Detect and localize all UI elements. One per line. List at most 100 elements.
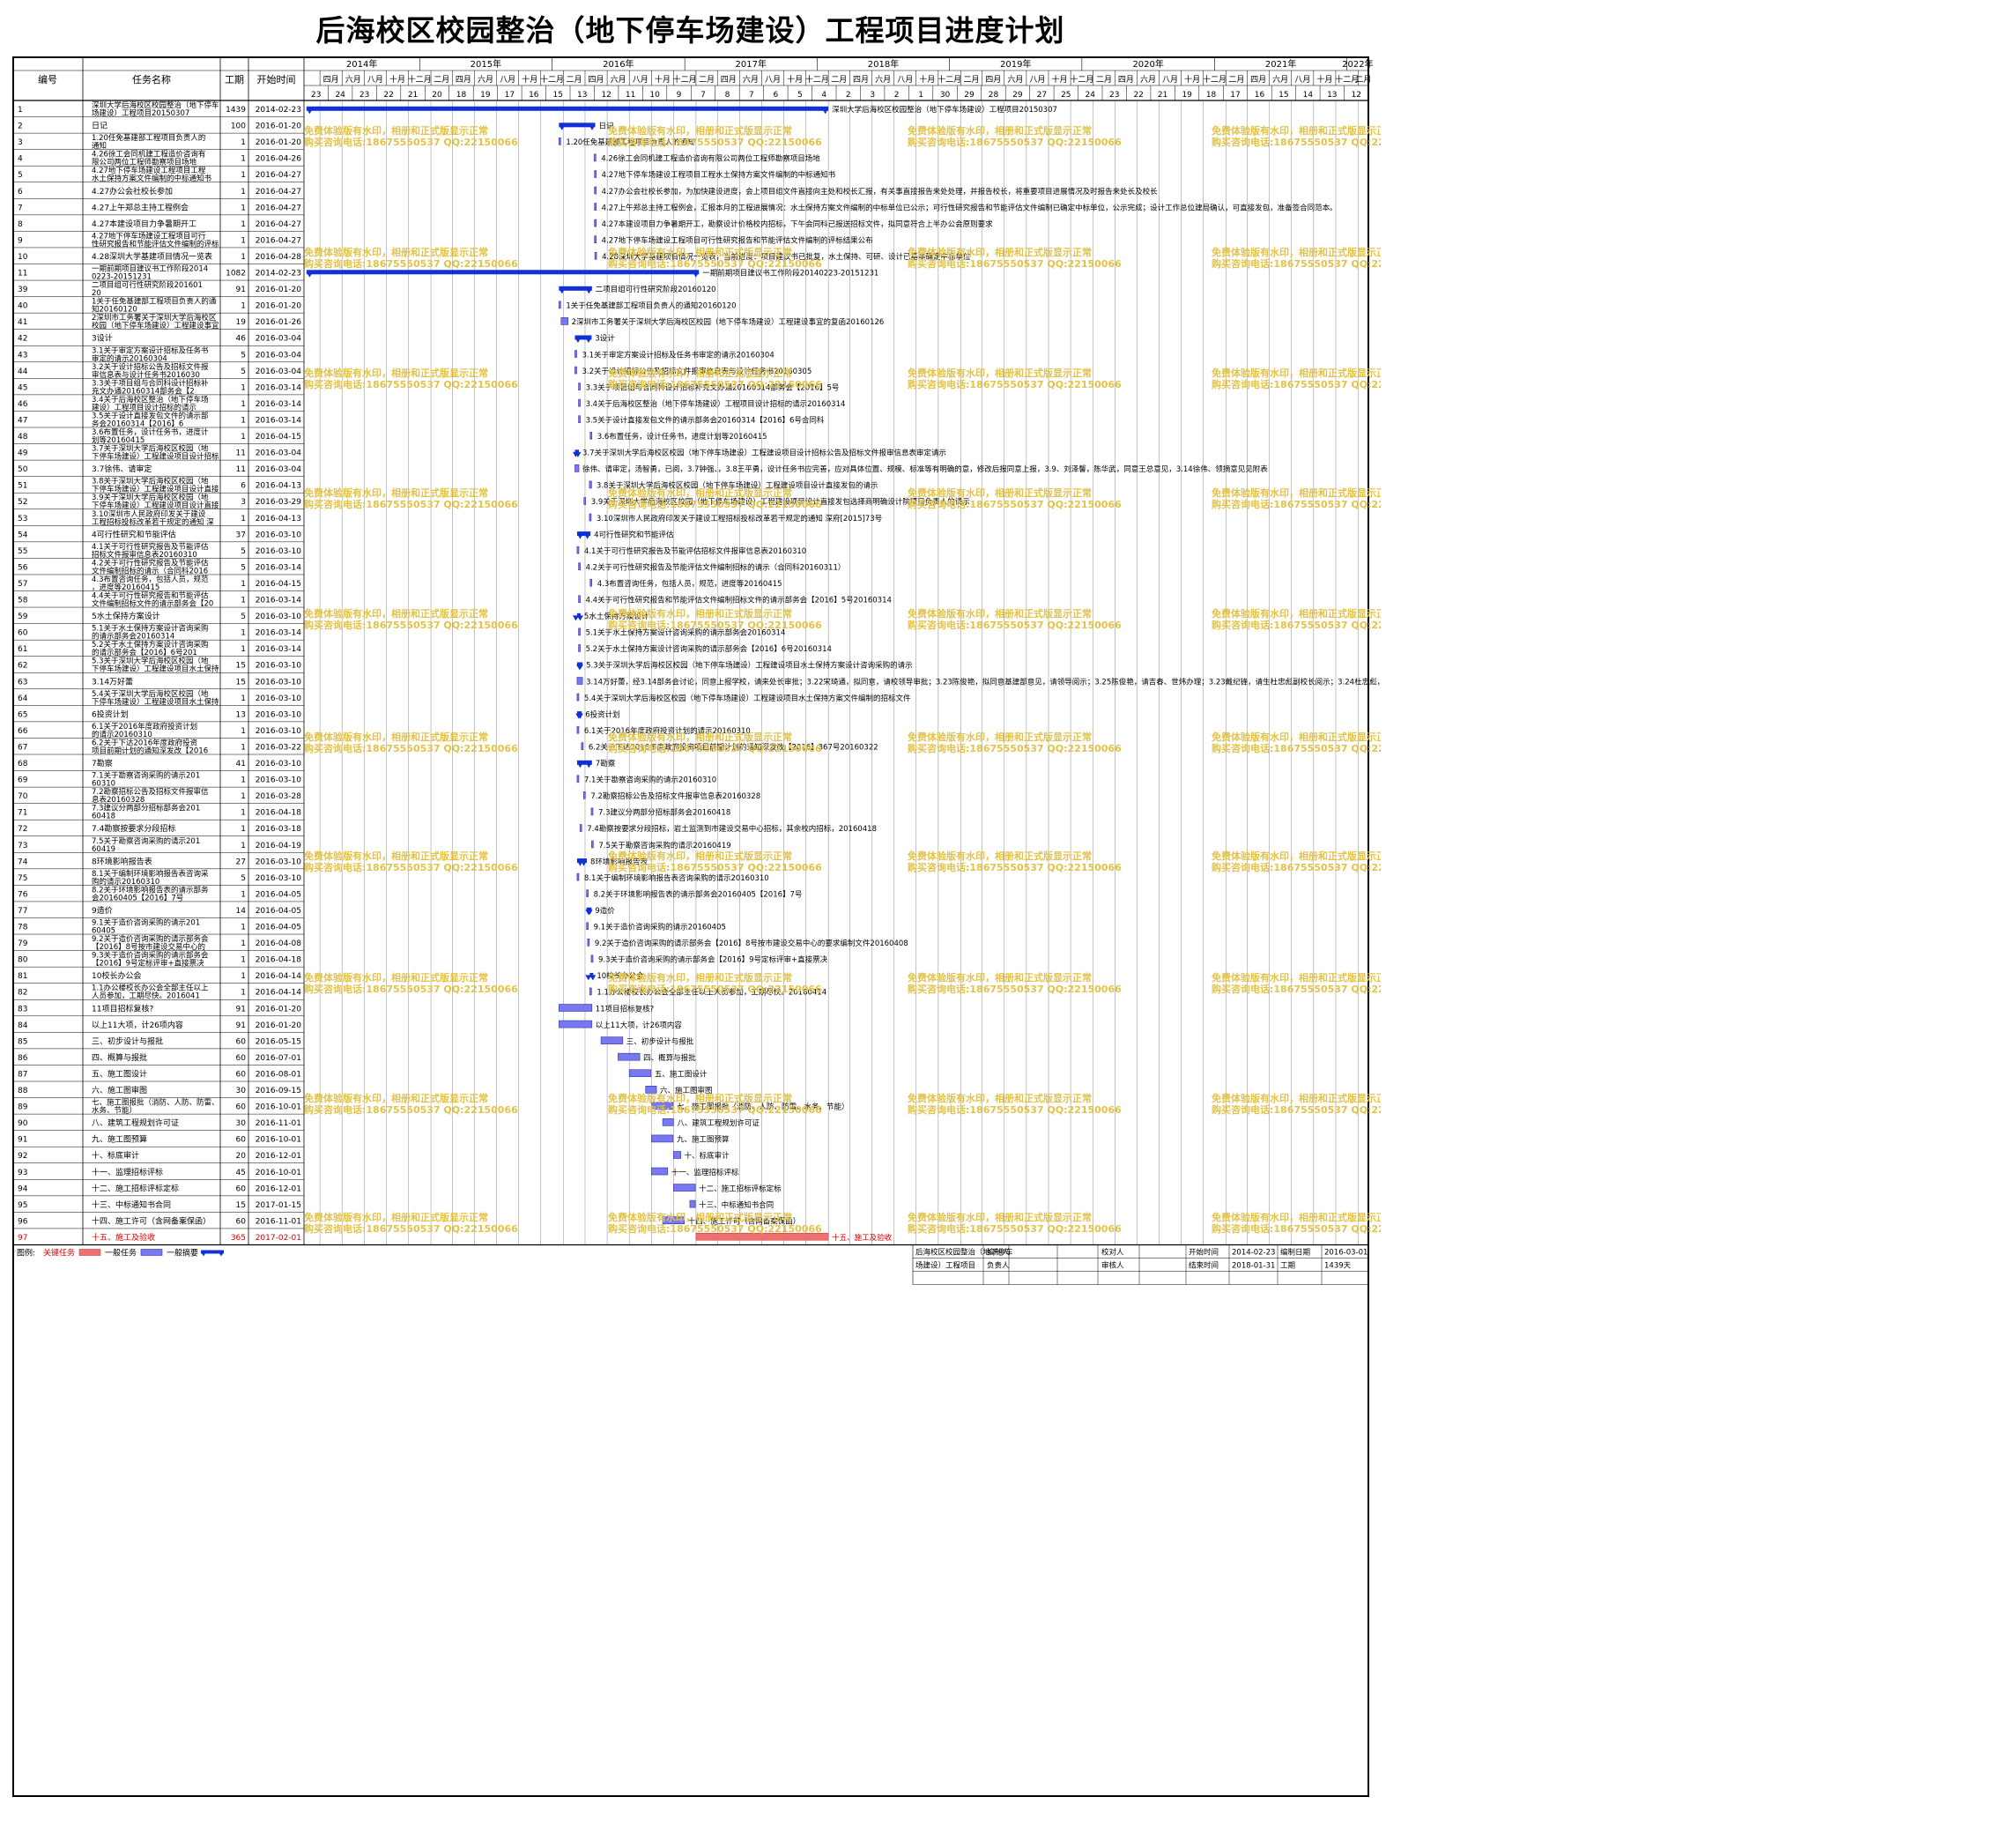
gantt-task-bar[interactable] (581, 742, 584, 751)
row-task-name: 4.27本建设项目力争暑期开工 (92, 219, 196, 229)
watermark-text: 免费体验版有水印，相册和正式版显示正常 (608, 1092, 792, 1104)
gantt-task-bar[interactable] (559, 301, 561, 309)
row-start: 2016-03-14 (256, 563, 302, 572)
gantt-task-bar[interactable] (560, 317, 568, 325)
row-task-name: 务会20160314【2016】6 (92, 419, 183, 428)
gantt-task-bar[interactable] (583, 791, 586, 799)
gantt-task-bar[interactable] (559, 137, 561, 145)
gantt-task-bar[interactable] (594, 251, 597, 260)
row-id: 77 (18, 907, 27, 916)
gantt-task-bar[interactable] (594, 186, 597, 195)
gantt-task-bar[interactable] (689, 1199, 696, 1208)
gantt-task-bar[interactable] (578, 595, 581, 604)
gantt-task-bar[interactable] (618, 1052, 641, 1061)
row-duration: 5 (241, 563, 246, 572)
gantt-task-bar[interactable] (574, 366, 577, 375)
row-duration: 60 (236, 1217, 247, 1226)
row-start: 2016-03-29 (256, 498, 302, 507)
week-label: 21 (1158, 91, 1167, 100)
gantt-bar-label: 徐伟、请审定，汤智勇，已阅，3.7钟强、，3.8王平勇，设计任务书应完善，应对具… (582, 464, 1268, 474)
gantt-task-bar[interactable] (574, 464, 580, 472)
week-label: 16 (529, 91, 539, 100)
row-duration: 91 (236, 286, 246, 294)
info-reviewer-label: 审核人 (1101, 1261, 1124, 1271)
gantt-task-bar[interactable] (590, 807, 594, 816)
gantt-task-bar[interactable] (600, 1036, 624, 1044)
week-label: 8 (725, 91, 730, 100)
gantt-bar-label: 5.2关于水土保持方案设计咨询采购的请示部务会【2016】6号20160314 (586, 644, 832, 654)
row-start: 2016-04-19 (256, 842, 302, 850)
gantt-task-bar[interactable] (578, 644, 581, 652)
gantt-task-bar[interactable] (589, 578, 593, 587)
row-start: 2016-04-27 (256, 236, 301, 245)
row-start: 2016-03-10 (256, 760, 302, 768)
gantt-task-bar[interactable] (578, 562, 581, 570)
gantt-task-bar[interactable] (576, 872, 580, 881)
gantt-task-bar[interactable] (594, 235, 597, 243)
gantt-task-bar[interactable] (650, 1134, 674, 1143)
gantt-bar-label: 4.27地下停车场建设工程项目可行性研究报告和节能评估文件编制的评标结果公布 (602, 235, 873, 245)
row-task-name: 60405 (92, 927, 115, 936)
gantt-task-bar[interactable] (559, 1004, 593, 1012)
row-id: 50 (18, 465, 28, 474)
gantt-task-bar[interactable] (574, 350, 577, 358)
gantt-task-bar[interactable] (589, 513, 592, 522)
week-label: 2 (846, 91, 851, 100)
gantt-task-bar[interactable] (590, 954, 594, 963)
gantt-task-bar[interactable] (578, 627, 581, 636)
gantt-task-bar[interactable] (594, 203, 597, 211)
row-id: 64 (18, 694, 28, 703)
watermark-text: 购买咨询电话:18675550537 QQ:22150066 (1212, 378, 1381, 390)
row-task-name: 6投资计划 (92, 709, 129, 719)
gantt-task-bar[interactable] (576, 775, 580, 783)
gantt-bar-label: 十二、施工招标评标定标 (699, 1184, 782, 1193)
gantt-task-bar[interactable] (579, 824, 582, 832)
gantt-task-bar[interactable] (673, 1151, 681, 1159)
gantt-task-bar[interactable] (583, 497, 587, 505)
row-id: 51 (18, 482, 27, 491)
gantt-task-bar[interactable] (578, 382, 581, 390)
week-label: 10 (649, 91, 660, 100)
row-id: 68 (18, 760, 28, 768)
gantt-task-bar[interactable] (594, 170, 597, 178)
gantt-task-bar[interactable] (673, 1184, 696, 1192)
gantt-task-bar[interactable] (589, 431, 593, 440)
row-start: 2016-03-14 (256, 645, 302, 654)
week-label: 23 (1109, 91, 1119, 100)
row-start: 2016-04-27 (256, 188, 301, 197)
gantt-task-bar[interactable] (591, 840, 594, 849)
row-duration: 1 (241, 138, 246, 147)
row-task-name: 11项目招标复核? (92, 1003, 153, 1014)
gantt-task-bar[interactable] (576, 546, 580, 554)
gantt-task-bar[interactable] (576, 725, 580, 734)
watermark-text: 免费体验版有水印，相册和正式版显示正常 (304, 971, 488, 984)
gantt-task-bar[interactable] (576, 677, 583, 685)
row-task-name: 7勘察 (92, 758, 113, 768)
gantt-task-bar[interactable] (594, 219, 597, 227)
row-id: 65 (18, 710, 27, 719)
gantt-task-bar[interactable] (662, 1118, 674, 1126)
gantt-bar-label: 4.4关于可行性研究报告和节能评估文件编制招标文件的请示部务会【2016】5号2… (586, 596, 892, 605)
row-id: 53 (18, 515, 27, 523)
gantt-bar-label: 4.2关于可行性研究报告及节能评估文件编制招标的请示（合同科20160311） (586, 562, 846, 572)
gantt-task-bar[interactable] (586, 889, 589, 897)
week-label: 12 (601, 91, 611, 100)
watermark-text: 购买咨询电话:18675550537 QQ:22150066 (1212, 1222, 1381, 1235)
gantt-task-bar[interactable] (576, 693, 580, 702)
gantt-task-bar[interactable] (559, 1020, 593, 1028)
row-start: 2016-03-04 (256, 449, 302, 458)
gantt-task-bar[interactable] (589, 480, 592, 489)
gantt-task-bar[interactable] (578, 415, 581, 424)
gantt-task-bar[interactable] (586, 922, 589, 931)
row-task-name: 4.28深圳大学基建项目情况一览表 (92, 251, 212, 262)
gantt-summary-bar[interactable] (306, 270, 700, 275)
gantt-summary-bar[interactable] (306, 106, 829, 111)
gantt-task-bar[interactable] (589, 987, 592, 996)
gantt-task-bar[interactable] (578, 398, 581, 407)
row-task-name: 场建设）工程项目20150307 (92, 108, 189, 118)
gantt-task-bar[interactable] (628, 1069, 652, 1078)
gantt-task-bar[interactable] (587, 939, 590, 947)
gantt-task-bar[interactable] (650, 1167, 669, 1176)
info-designer-label: 编制人 (987, 1248, 1010, 1258)
gantt-task-bar[interactable] (593, 153, 597, 162)
